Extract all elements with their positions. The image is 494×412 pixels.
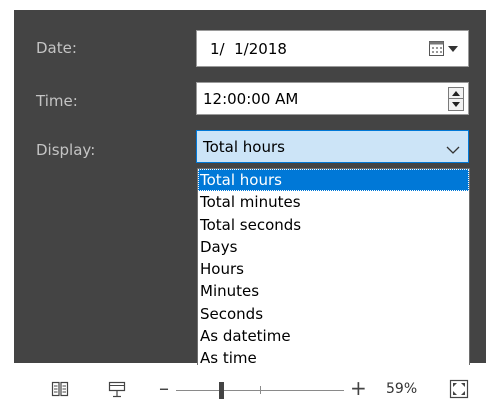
option-days[interactable]: Days bbox=[198, 236, 469, 258]
calendar-dropdown-icon[interactable] bbox=[428, 40, 462, 58]
option-seconds[interactable]: Seconds bbox=[198, 303, 469, 325]
book-icon[interactable] bbox=[51, 381, 69, 402]
spin-up-button[interactable] bbox=[449, 88, 463, 99]
display-selected-value: Total hours bbox=[203, 137, 285, 156]
date-picker-field[interactable]: 1/ 1/2018 bbox=[196, 30, 469, 67]
display-label: Display: bbox=[36, 141, 96, 159]
zoom-out-button[interactable]: – bbox=[159, 376, 169, 400]
time-label: Time: bbox=[36, 92, 78, 110]
option-total-seconds[interactable]: Total seconds bbox=[198, 214, 469, 236]
zoom-in-button[interactable]: + bbox=[350, 376, 367, 400]
option-as-datetime[interactable]: As datetime bbox=[198, 325, 469, 347]
zoom-slider-midpoint bbox=[260, 386, 261, 394]
fit-to-window-icon[interactable] bbox=[449, 379, 469, 404]
chevron-down-icon[interactable] bbox=[446, 141, 460, 154]
display-select[interactable]: Total hours bbox=[196, 130, 469, 163]
spin-up-down-icon[interactable] bbox=[448, 87, 464, 111]
option-minutes[interactable]: Minutes bbox=[198, 280, 469, 302]
status-bar: – + 59% bbox=[0, 365, 494, 412]
option-hours[interactable]: Hours bbox=[198, 258, 469, 280]
option-total-hours[interactable]: Total hours bbox=[198, 169, 469, 192]
display-dropdown-list: Total hours Total minutes Total seconds … bbox=[197, 168, 470, 373]
spin-down-button[interactable] bbox=[449, 99, 463, 110]
zoom-slider-thumb[interactable] bbox=[219, 382, 224, 399]
time-value: 12:00:00 AM bbox=[203, 89, 299, 108]
date-value: 1/ 1/2018 bbox=[210, 39, 287, 58]
presenter-icon[interactable] bbox=[108, 381, 126, 403]
time-field[interactable]: 12:00:00 AM bbox=[196, 82, 469, 115]
date-label: Date: bbox=[36, 39, 77, 57]
option-total-minutes[interactable]: Total minutes bbox=[198, 191, 469, 213]
zoom-percent[interactable]: 59% bbox=[386, 381, 417, 397]
